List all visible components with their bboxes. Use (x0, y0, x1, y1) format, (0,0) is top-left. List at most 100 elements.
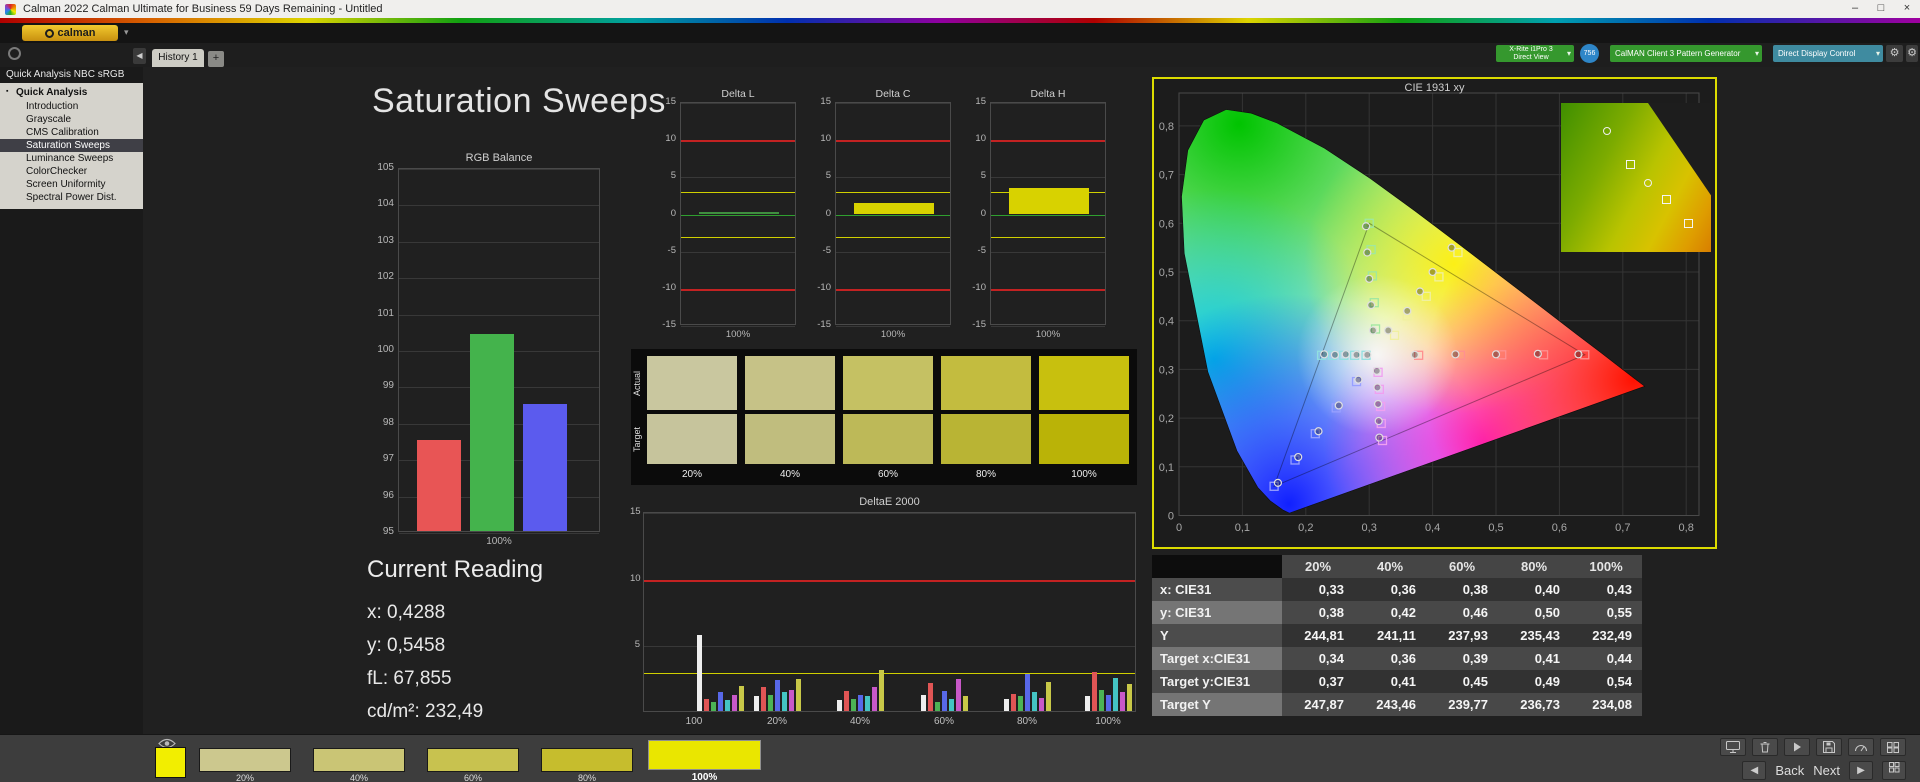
deltae-bar (718, 692, 723, 711)
table-cell: 0,36 (1354, 647, 1426, 670)
filmstrip-thumb-60%[interactable] (427, 748, 519, 772)
sidebar-item-saturation-sweeps[interactable]: Saturation Sweeps (0, 139, 143, 152)
actual-swatch-40% (745, 356, 835, 410)
next-button[interactable]: Next (1813, 763, 1840, 778)
yellow-measured-marker (1428, 267, 1437, 277)
delta-ytick: 15 (975, 96, 986, 107)
delta-h-xlabel: 100% (1035, 329, 1061, 340)
meter-button-line2: Direct View (1513, 53, 1549, 61)
record-icon[interactable] (8, 47, 21, 60)
svg-text:0,1: 0,1 (1235, 522, 1250, 534)
svg-text:0,8: 0,8 (1679, 522, 1694, 534)
add-tab-button[interactable]: + (208, 51, 224, 67)
delta-ytick: -15 (817, 319, 831, 330)
table-cell: 0,37 (1282, 670, 1354, 693)
table-cell: 236,73 (1498, 693, 1570, 716)
deltae-bar (1120, 692, 1125, 711)
table-cell: 235,43 (1498, 624, 1570, 647)
table-cell: 0,45 (1426, 670, 1498, 693)
sidebar-item-grayscale[interactable]: Grayscale (0, 113, 143, 126)
sidebar-item-introduction[interactable]: Introduction (0, 100, 143, 113)
collapse-sidebar-button[interactable]: ◀ (133, 48, 146, 64)
filmstrip-thumb-100%[interactable] (648, 740, 761, 770)
tab-history-1[interactable]: History 1 (152, 49, 204, 67)
table-cell: 239,77 (1426, 693, 1498, 716)
save-icon[interactable] (1816, 738, 1842, 756)
delta-h-title: Delta H (1030, 88, 1066, 100)
deltae-bar (754, 696, 759, 711)
sidebar-item-spectral-power-dist-[interactable]: Spectral Power Dist. (0, 191, 143, 204)
table-cell: 244,81 (1282, 624, 1354, 647)
table-row-label: y: CIE31 (1152, 601, 1282, 624)
bottom-icon-buttons (1720, 738, 1906, 756)
rgb-balance-plot (398, 168, 600, 534)
swatch-col-label: 20% (681, 469, 702, 480)
swatch-col-label: 40% (779, 469, 800, 480)
filmstrip-thumb-40%[interactable] (313, 748, 405, 772)
page-title: Saturation Sweeps (372, 82, 666, 120)
delta-ytick: 0 (825, 207, 831, 219)
delta-gridline (681, 326, 795, 327)
delta-gridline (681, 251, 795, 253)
settings-gear-icon[interactable]: ⚙ (1886, 45, 1903, 62)
table-cell: 0,41 (1498, 647, 1570, 670)
close-button[interactable]: × (1894, 0, 1920, 18)
gauge-icon[interactable] (1848, 738, 1874, 756)
sidebar-root-quick-analysis[interactable]: ▪ Quick Analysis (0, 86, 143, 100)
meter-button[interactable]: X-Rite i1Pro 3 Direct View ▾ (1496, 45, 1574, 62)
sidebar-item-colorchecker[interactable]: ColorChecker (0, 165, 143, 178)
table-cell: 0,43 (1570, 578, 1642, 601)
next-arrow-icon[interactable]: ▶ (1849, 760, 1873, 780)
back-arrow-icon[interactable]: ◀ (1742, 760, 1767, 780)
table-cell: 0,44 (1570, 647, 1642, 670)
pattern-window-icon[interactable] (1880, 738, 1906, 756)
table-cell: 237,93 (1426, 624, 1498, 647)
magenta-measured-marker (1374, 416, 1383, 426)
red-measured-marker (1533, 349, 1542, 358)
svg-text:0,7: 0,7 (1615, 522, 1630, 534)
target-swatch-40% (745, 414, 835, 464)
deltae-bar (844, 691, 849, 711)
tree-expander-icon[interactable]: ▪ (6, 88, 8, 95)
actual-swatch-20% (647, 356, 737, 410)
display-monitor-icon[interactable] (1720, 738, 1746, 756)
pattern-generator-button[interactable]: CalMAN Client 3 Pattern Generator ▾ (1610, 45, 1762, 62)
limit-line (681, 192, 795, 194)
calman-logo[interactable]: calman (22, 25, 118, 41)
deltae-2000-chart: DeltaE 2000 15 10 5 100 20% 40% 60% 80% 100% (630, 496, 1150, 727)
sidebar-item-screen-uniformity[interactable]: Screen Uniformity (0, 178, 143, 191)
cie-1931-title: CIE 1931 xy (1404, 82, 1465, 94)
deltae-bar (1106, 695, 1111, 711)
options-gear-icon[interactable]: ⚙ (1906, 45, 1918, 62)
active-pattern-preview[interactable] (155, 747, 186, 778)
delta-ytick: 10 (820, 133, 831, 145)
sidebar-item-cms-calibration[interactable]: CMS Calibration (0, 126, 143, 139)
filmstrip-thumb-80%[interactable] (541, 748, 633, 772)
meter-badge[interactable]: 756 (1580, 44, 1599, 63)
back-button[interactable]: Back (1775, 763, 1804, 778)
filmstrip-thumb-label: 100% (691, 772, 718, 782)
table-cell: 0,33 (1282, 578, 1354, 601)
maximize-button[interactable]: □ (1868, 0, 1894, 18)
sidebar-item-luminance-sweeps[interactable]: Luminance Sweeps (0, 152, 143, 165)
delta-h-plot (990, 102, 1106, 327)
delta-ytick: -15 (972, 319, 986, 330)
deltae-bar (704, 699, 709, 711)
deltae-bar (1127, 684, 1132, 711)
red-measured-marker (1410, 350, 1419, 359)
play-icon[interactable] (1784, 738, 1810, 756)
meter-button-line1: X-Rite i1Pro 3 (1509, 45, 1553, 53)
minimize-button[interactable]: – (1842, 0, 1868, 18)
current-reading-title: Current Reading (367, 556, 544, 583)
svg-text:0,5: 0,5 (1488, 522, 1503, 534)
delta-gridline (836, 177, 950, 179)
chevron-down-icon: ▾ (1566, 49, 1571, 58)
filmstrip-thumb-20%[interactable] (199, 748, 291, 772)
target-point-marker (1684, 219, 1693, 229)
display-control-button[interactable]: Direct Display Control ▾ (1773, 45, 1883, 62)
trash-icon[interactable] (1752, 738, 1778, 756)
grid-view-icon[interactable] (1882, 760, 1906, 780)
current-reading-fl: fL: 67,855 (367, 668, 452, 689)
chevron-down-icon[interactable]: ▾ (124, 27, 129, 38)
deltae-bar (789, 689, 794, 711)
